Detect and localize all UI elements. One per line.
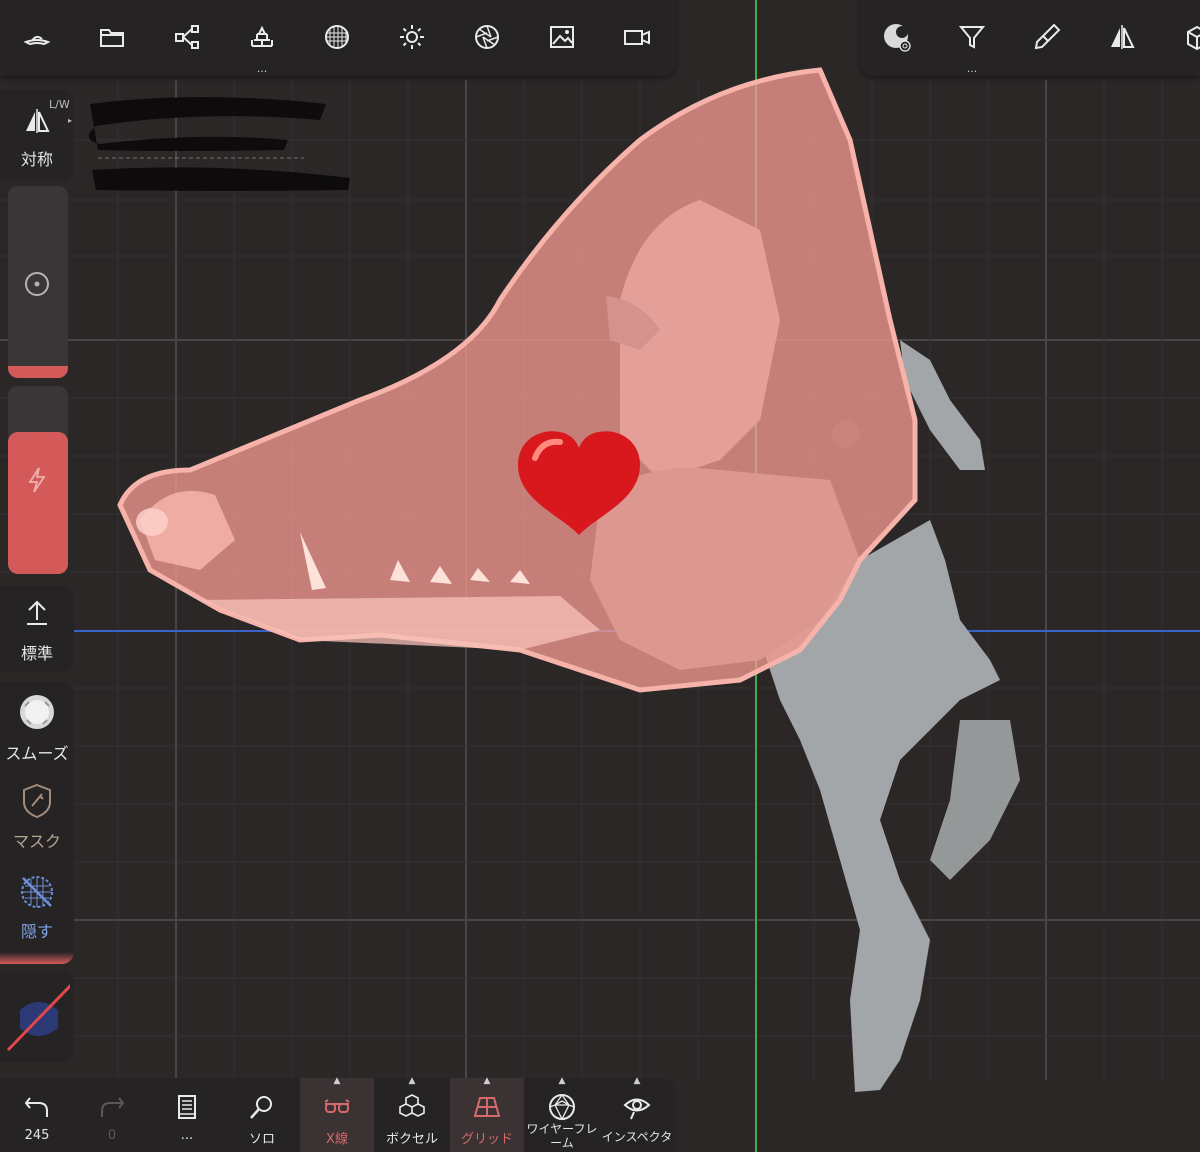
- camera-settings-button[interactable]: [464, 14, 510, 60]
- video-camera-icon: [624, 30, 650, 45]
- magnifier-icon: [250, 1096, 272, 1119]
- voxel-caret-icon[interactable]: ▲: [409, 1076, 416, 1086]
- standard-tool-button[interactable]: 標準: [0, 586, 74, 672]
- wireframe-button[interactable]: ▲ ワイヤーフレーム: [525, 1076, 599, 1152]
- sun-icon: [400, 25, 424, 49]
- inspector-caret-icon[interactable]: ▲: [634, 1076, 641, 1086]
- topology-button[interactable]: [314, 14, 360, 60]
- bricks-more: ...: [256, 62, 268, 75]
- grid-label: グリッド: [460, 1132, 513, 1147]
- smooth-tool-label: スムーズ: [5, 744, 69, 763]
- inspector-label: インスペクタ: [601, 1130, 673, 1144]
- topology-sphere-icon: [325, 25, 349, 49]
- mask-tool-button[interactable]: マスク: [0, 778, 74, 864]
- material-button[interactable]: [874, 14, 920, 60]
- bricks-button[interactable]: ...: [239, 14, 285, 74]
- hat-icon: [23, 35, 51, 46]
- mask-tool-label: マスク: [12, 832, 61, 851]
- symmetry-label: 対称: [20, 150, 53, 169]
- background-image-button[interactable]: [539, 14, 585, 60]
- symmetry-icon: [1111, 25, 1135, 49]
- viewport-scene: [0, 0, 1200, 1152]
- mask-shield-icon: [23, 783, 51, 819]
- inspector-button[interactable]: ▲ インスペクタ: [600, 1076, 674, 1152]
- no-paint-icon: [6, 983, 70, 1052]
- xray-button[interactable]: ▲ X線: [300, 1076, 374, 1152]
- book-icon: [178, 1095, 196, 1119]
- tools-panel-accent: [0, 952, 74, 964]
- smooth-tool-button[interactable]: スムーズ: [0, 682, 74, 768]
- intensity-slider-track[interactable]: [0, 386, 74, 576]
- radius-target-icon: [25, 272, 49, 296]
- grid-caret-icon[interactable]: ▲: [484, 1076, 491, 1086]
- sculpt-viewport[interactable]: [0, 0, 1200, 1152]
- xray-label: X線: [326, 1132, 348, 1147]
- redo-count: 0: [107, 1128, 117, 1143]
- upload-arrow-icon: [27, 600, 47, 625]
- voxel-cubes-icon: [399, 1094, 425, 1117]
- wireframe-label: ワイヤーフレーム: [526, 1122, 598, 1150]
- intensity-slider-fill: [8, 432, 68, 574]
- filter-icon: [958, 26, 986, 49]
- bricks-icon: [251, 25, 273, 47]
- grid-floor-icon: [473, 1097, 501, 1117]
- undo-arrow-icon: [24, 1097, 48, 1117]
- pink-mask-mesh: [117, 67, 918, 693]
- xray-caret-icon[interactable]: ▲: [334, 1076, 341, 1086]
- symmetry-button-top[interactable]: [1099, 14, 1145, 60]
- undo-button[interactable]: 245: [0, 1078, 74, 1152]
- symmetry-expand-icon[interactable]: ▸: [68, 116, 72, 125]
- xray-glasses-icon: [324, 1099, 350, 1113]
- history-button[interactable]: ...: [150, 1078, 224, 1152]
- cube-button[interactable]: [1174, 14, 1200, 60]
- folder-icon: [100, 29, 124, 47]
- record-button[interactable]: [614, 14, 660, 60]
- filter-more: ...: [966, 62, 978, 75]
- undo-count: 245: [24, 1128, 50, 1143]
- voxel-label: ボクセル: [385, 1132, 438, 1147]
- aperture-icon: [475, 25, 499, 49]
- hide-tool-label: 隠す: [20, 922, 53, 941]
- radius-slider-track[interactable]: [0, 186, 74, 382]
- redo-arrow-icon: [101, 1097, 125, 1117]
- color-swatch-button[interactable]: [0, 972, 74, 1062]
- lightning-icon: [28, 467, 46, 493]
- symmetry-icon: [26, 109, 50, 133]
- history-more: ...: [180, 1128, 194, 1143]
- grid-button[interactable]: ▲ グリッド: [450, 1076, 524, 1152]
- radius-slider-fill: [8, 366, 68, 378]
- scene-tree-icon: [175, 25, 199, 49]
- symmetry-toggle[interactable]: L/W ▸ 対称: [0, 90, 74, 180]
- scene-button[interactable]: [164, 14, 210, 60]
- redaction-marks: [88, 97, 350, 191]
- bottom-toolbar: 245 0 ... ソロ ▲ X線 ▲ ボクセル ▲ グリッド ▲ ワイヤーフレ…: [0, 1076, 676, 1152]
- files-button[interactable]: [89, 14, 135, 60]
- top-toolbar-left: ...: [0, 0, 676, 76]
- cube-icon: [1187, 25, 1200, 51]
- smooth-sphere-icon: [20, 695, 54, 729]
- hide-grid-sphere-icon: [21, 876, 53, 908]
- symmetry-mode-label: L/W: [49, 98, 70, 111]
- standard-tool-label: 標準: [20, 644, 53, 663]
- hat-button[interactable]: [14, 14, 60, 60]
- redo-button[interactable]: 0: [75, 1078, 149, 1152]
- light-button[interactable]: [389, 14, 435, 60]
- top-toolbar-right: ...: [860, 0, 1200, 76]
- inspector-eye-icon: [623, 1098, 651, 1120]
- wireframe-sphere-icon: [549, 1093, 575, 1121]
- image-icon: [550, 26, 574, 48]
- tool-shortcuts-panel: スムーズ マスク 隠す: [0, 682, 74, 964]
- filter-button[interactable]: ...: [949, 14, 995, 74]
- wireframe-caret-icon[interactable]: ▲: [559, 1076, 566, 1086]
- hide-tool-button[interactable]: 隠す: [0, 868, 74, 958]
- brush-icon: [1034, 23, 1061, 50]
- material-sphere-icon: [884, 24, 911, 52]
- voxel-button[interactable]: ▲ ボクセル: [375, 1076, 449, 1152]
- solo-button[interactable]: ソロ: [225, 1078, 299, 1152]
- brush-button[interactable]: [1024, 14, 1070, 60]
- solo-label: ソロ: [248, 1132, 275, 1147]
